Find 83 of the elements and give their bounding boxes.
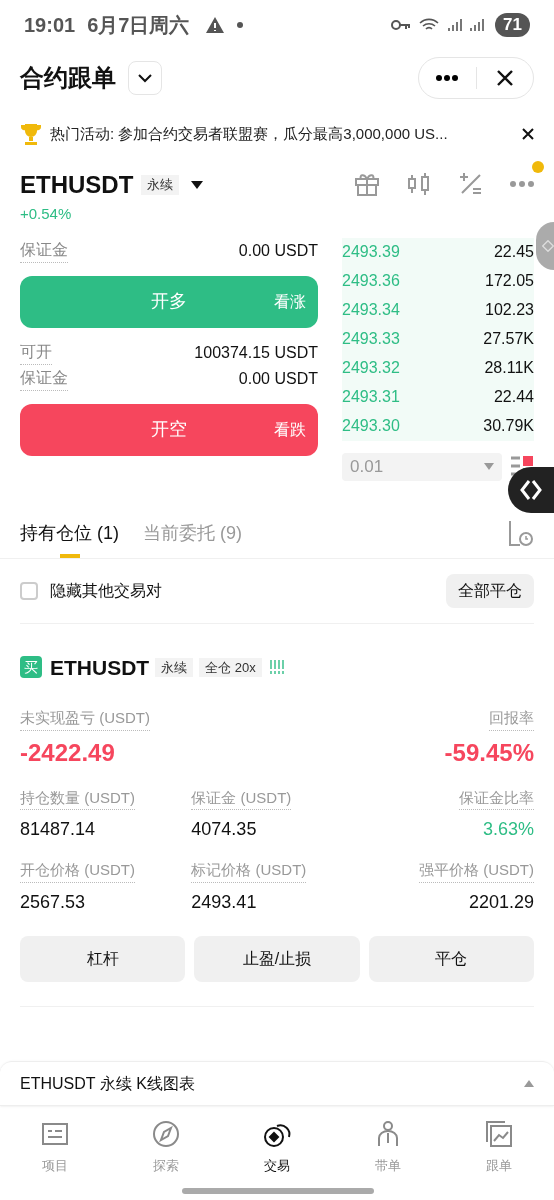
position-action-button[interactable]: 止盈/止损 <box>194 935 360 982</box>
bid-price: 2493.33 <box>342 329 400 349</box>
plus-minus-icon[interactable] <box>458 171 484 197</box>
roe-value: -59.45% <box>444 737 534 768</box>
notification-dot-icon <box>532 161 544 173</box>
bid-price: 2493.39 <box>342 242 400 262</box>
stat-value: 81487.14 <box>20 818 96 841</box>
stat-label: 回报率 <box>489 707 534 731</box>
stat-value: 2567.53 <box>20 890 86 914</box>
position-action-button[interactable]: 平仓 <box>368 935 534 982</box>
key-icon <box>391 19 412 31</box>
checkbox-label: 隐藏其他交易对 <box>50 580 162 601</box>
field-value: 0.00 USDT <box>238 368 318 389</box>
bid-quantity: 28.11K <box>484 358 534 378</box>
stat-value: 3.63% <box>482 818 534 841</box>
bid-price: 2493.32 <box>342 358 400 378</box>
buy-badge: 买 <box>20 656 42 679</box>
symbol-name[interactable]: ETHUSDT <box>20 167 134 203</box>
bid-quantity: 30.79K <box>483 416 534 436</box>
kline-bar[interactable]: ETHUSDT 永续 K线图表 <box>0 1061 554 1105</box>
promo-text: 热门活动: 参加合约交易者联盟赛，瓜分最高3,000,000 US... <box>50 123 448 144</box>
open-short-button[interactable]: 开空 看跌 <box>20 403 318 456</box>
battery-indicator: 71 <box>495 13 530 37</box>
position-action-button[interactable]: 杠杆 <box>20 935 186 982</box>
position-symbol: ETHUSDT <box>50 654 150 681</box>
position-tab[interactable]: 持有仓位 (1) <box>20 508 119 558</box>
kline-label: ETHUSDT 永续 K线图表 <box>20 1073 195 1094</box>
field-label: 可开 <box>20 340 52 365</box>
bid-price: 2493.31 <box>342 387 400 407</box>
button-hint: 看涨 <box>274 291 306 312</box>
stat-label: 强平价格 (USDT) <box>419 859 534 883</box>
position-tag: 永续 <box>155 657 194 677</box>
position-tag: 全仓 20x <box>199 657 262 677</box>
contract-tag: 永续 <box>141 175 180 195</box>
warning-icon <box>205 16 226 34</box>
bid-price: 2493.34 <box>342 300 400 320</box>
bid-quantity: 172.05 <box>485 271 534 291</box>
history-icon[interactable] <box>508 519 534 547</box>
stat-label: 开仓价格 (USDT) <box>20 859 135 883</box>
field-label: 保证金 <box>20 366 68 391</box>
bid-price: 2493.36 <box>342 271 400 291</box>
diamond-icon <box>542 240 554 252</box>
caret-up-icon <box>524 1080 534 1087</box>
bid-quantity: 22.44 <box>493 387 534 407</box>
chevron-down-icon <box>137 72 153 83</box>
price-change: +0.54% <box>20 204 73 224</box>
floating-button[interactable] <box>508 467 554 513</box>
candlestick-icon[interactable] <box>406 171 432 197</box>
field-value: 0.00 USDT <box>238 240 318 261</box>
caret-icon <box>484 463 494 470</box>
field-label: 保证金 <box>20 238 68 263</box>
page-title: 合约跟单 <box>20 62 116 93</box>
close-icon[interactable] <box>522 128 534 140</box>
more-icon <box>436 74 459 81</box>
status-date: 6月7日周六 <box>87 13 190 38</box>
bid-quantity: 22.45 <box>493 242 534 262</box>
bid-quantity: 102.23 <box>485 300 534 320</box>
close-all-button[interactable]: 全部平仓 <box>446 573 534 608</box>
gift-icon[interactable] <box>354 171 380 197</box>
stat-label: 保证金比率 <box>459 786 534 810</box>
stat-value: 4074.35 <box>191 818 257 841</box>
unrealized-pnl: -2422.49 <box>20 737 115 768</box>
stat-label: 标记价格 (USDT) <box>191 859 307 883</box>
bid-price: 2493.30 <box>342 416 400 436</box>
stat-value: 2493.41 <box>191 890 257 914</box>
bid-quantity: 27.57K <box>483 329 534 349</box>
checkbox[interactable] <box>20 581 38 600</box>
risk-bars-icon <box>269 660 284 675</box>
stat-value: 2201.29 <box>468 890 534 914</box>
caret-icon[interactable] <box>191 181 204 189</box>
dot-icon <box>237 22 244 28</box>
close-icon <box>495 68 514 87</box>
arrows-icon <box>519 479 543 501</box>
button-hint: 看跌 <box>274 419 306 440</box>
stat-label: 未实现盈亏 (USDT) <box>20 707 150 731</box>
trophy-icon <box>20 122 42 146</box>
status-time: 19:01 <box>24 13 76 38</box>
more-icon[interactable] <box>510 181 534 187</box>
title-dropdown[interactable] <box>128 60 162 95</box>
nav-tab[interactable]: 交易 <box>221 1106 333 1200</box>
field-value: 100374.15 USDT <box>194 342 318 363</box>
stat-label: 持仓数量 (USDT) <box>20 786 135 810</box>
stat-label: 保证金 (USDT) <box>191 786 292 810</box>
